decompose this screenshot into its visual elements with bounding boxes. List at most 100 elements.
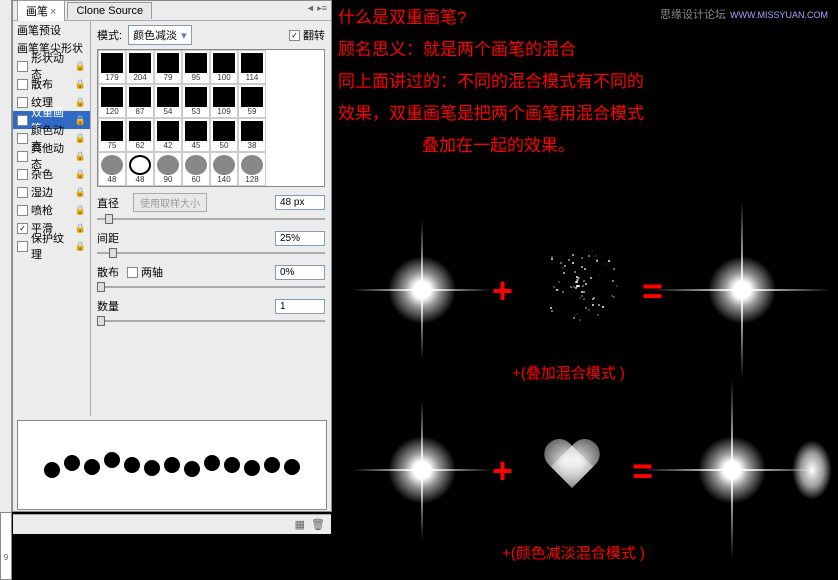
lock-icon: 🔒: [75, 187, 86, 198]
plus-icon: +: [492, 450, 513, 492]
sidebar-brush-preset[interactable]: 画笔预设: [13, 21, 90, 39]
brush-preset-cell[interactable]: 50: [210, 118, 238, 152]
use-sample-size-button[interactable]: 使用取样大小: [133, 193, 207, 212]
brush-preset-cell[interactable]: 114: [238, 50, 266, 84]
both-axes-label: 两轴: [141, 264, 163, 280]
equals-icon: =: [642, 270, 663, 312]
tutorial-line-5: 叠加在一起的效果。: [422, 132, 575, 160]
brush-preset-cell[interactable]: 204: [126, 50, 154, 84]
spacing-input[interactable]: 25%: [275, 231, 325, 246]
brush-preset-cell[interactable]: 62: [126, 118, 154, 152]
brush-main-area: 模式: 颜色减淡 ✓翻转 179204799510011412087545310…: [91, 21, 331, 416]
brush-preset-grid[interactable]: 1792047995100114120875453109597562424550…: [97, 49, 325, 187]
lock-icon: 🔒: [75, 241, 86, 252]
count-label: 数量: [97, 298, 127, 314]
diameter-slider[interactable]: [97, 214, 325, 224]
brush-preset-cell[interactable]: 54: [154, 84, 182, 118]
count-slider[interactable]: [97, 316, 325, 326]
brush-preset-cell[interactable]: 53: [182, 84, 210, 118]
brush-sample-star-2: [382, 430, 462, 510]
count-input[interactable]: 1: [275, 299, 325, 314]
brush-stroke-preview: [17, 420, 327, 510]
sidebar-item-shape-dynamics[interactable]: 形状动态🔒: [13, 57, 90, 75]
lock-icon: 🔒: [75, 79, 86, 90]
equation-2-caption: +(颜色减淡混合模式 ): [502, 540, 645, 568]
brush-preset-cell[interactable]: 100: [210, 50, 238, 84]
lock-icon: 🔒: [75, 169, 86, 180]
mode-label: 模式:: [97, 27, 122, 43]
sidebar-item-other-dynamics[interactable]: 其他动态🔒: [13, 147, 90, 165]
equals-icon: =: [632, 450, 653, 492]
close-icon[interactable]: ×: [50, 6, 56, 18]
brush-preset-cell[interactable]: 80: [182, 186, 210, 187]
sidebar-item-wet-edges[interactable]: 湿边🔒: [13, 183, 90, 201]
brush-preset-cell[interactable]: 60: [182, 152, 210, 186]
equation-1-caption: +(叠加混合模式 ): [512, 360, 625, 388]
brush-preset-cell[interactable]: 120: [98, 84, 126, 118]
both-axes-checkbox[interactable]: [127, 267, 138, 278]
brush-preset-cell[interactable]: 140: [210, 152, 238, 186]
brush-preset-cell[interactable]: 79: [154, 50, 182, 84]
brush-preset-cell[interactable]: 87: [126, 84, 154, 118]
lock-icon: 🔒: [75, 61, 86, 72]
brush-result-2: [692, 430, 772, 510]
sidebar-item-scattering[interactable]: 散布🔒: [13, 75, 90, 93]
sidebar-item-airbrush[interactable]: 喷枪🔒: [13, 201, 90, 219]
diameter-label: 直径: [97, 195, 127, 211]
lock-icon: 🔒: [75, 223, 86, 234]
tab-clone-source[interactable]: Clone Source: [67, 2, 152, 19]
app-tool-strip: [0, 0, 12, 580]
brush-options-sidebar: 画笔预设 画笔笔尖形状 形状动态🔒 散布🔒 纹理🔒 ✓双重画笔🔒 颜色动态🔒 其…: [13, 21, 91, 416]
delete-preset-icon[interactable]: 🗑: [311, 518, 325, 531]
brush-sample-heart: [542, 440, 602, 494]
brush-preset-cell[interactable]: 48: [126, 152, 154, 186]
watermark: 思缘设计论坛WWW.MISSYUAN.COM: [660, 6, 828, 22]
tutorial-line-3: 同上面讲过的：不同的混合模式有不同的: [338, 68, 644, 96]
brush-preset-cell[interactable]: 128: [238, 152, 266, 186]
ruler: 9: [0, 512, 12, 580]
brush-preset-cell[interactable]: 179: [98, 50, 126, 84]
flip-checkbox[interactable]: ✓: [289, 30, 300, 41]
brush-preset-cell[interactable]: 95: [182, 50, 210, 84]
new-preset-icon[interactable]: ▦: [295, 518, 305, 531]
lock-icon: 🔒: [75, 97, 86, 108]
flip-label: 翻转: [303, 27, 325, 43]
sidebar-item-noise[interactable]: 杂色🔒: [13, 165, 90, 183]
tutorial-line-2: 顾名思义：就是两个画笔的混合: [338, 36, 576, 64]
brush-preset-cell[interactable]: 90: [154, 152, 182, 186]
brush-preset-cell[interactable]: 60: [210, 186, 238, 187]
brush-preset-cell[interactable]: 48: [98, 152, 126, 186]
panel-tabs: 画笔× Clone Source ◄ ▸≡: [13, 1, 331, 21]
brush-preset-cell[interactable]: 160: [126, 186, 154, 187]
brush-sample-sparkle: [532, 240, 622, 330]
brush-preset-cell[interactable]: 45: [182, 118, 210, 152]
brush-preset-cell[interactable]: 38: [238, 118, 266, 152]
scatter-input[interactable]: 0%: [275, 265, 325, 280]
diameter-input[interactable]: 48 px: [275, 195, 325, 210]
brush-preset-cell[interactable]: [238, 186, 266, 187]
lock-icon: 🔒: [75, 205, 86, 216]
plus-icon: +: [492, 270, 513, 312]
brush-preset-cell[interactable]: 42: [154, 118, 182, 152]
lock-icon: 🔒: [75, 115, 86, 126]
spacing-slider[interactable]: [97, 248, 325, 258]
brush-preset-cell[interactable]: 140: [98, 186, 126, 187]
lock-icon: 🔒: [75, 151, 86, 162]
tutorial-canvas: 思缘设计论坛WWW.MISSYUAN.COM 什么是双重画笔? 顾名思义：就是两…: [332, 0, 838, 580]
brush-sample-star: [382, 250, 462, 330]
tab-brush[interactable]: 画笔×: [17, 0, 65, 21]
panel-menu-icon[interactable]: ◄ ▸≡: [306, 3, 327, 14]
brush-result-2-shape: [792, 440, 832, 500]
spacing-label: 间距: [97, 230, 127, 246]
scatter-slider[interactable]: [97, 282, 325, 292]
brush-preset-cell[interactable]: 100: [154, 186, 182, 187]
sidebar-item-protect-texture[interactable]: 保护纹理🔒: [13, 237, 90, 255]
tutorial-line-1: 什么是双重画笔?: [338, 4, 466, 32]
tutorial-line-4: 效果，双重画笔是把两个画笔用混合模式: [338, 100, 644, 128]
brush-preset-cell[interactable]: 75: [98, 118, 126, 152]
brush-preset-cell[interactable]: 109: [210, 84, 238, 118]
lock-icon: 🔒: [75, 133, 86, 144]
brush-preset-cell[interactable]: 59: [238, 84, 266, 118]
brush-result-1: [702, 250, 782, 330]
mode-select[interactable]: 颜色减淡: [128, 25, 192, 45]
